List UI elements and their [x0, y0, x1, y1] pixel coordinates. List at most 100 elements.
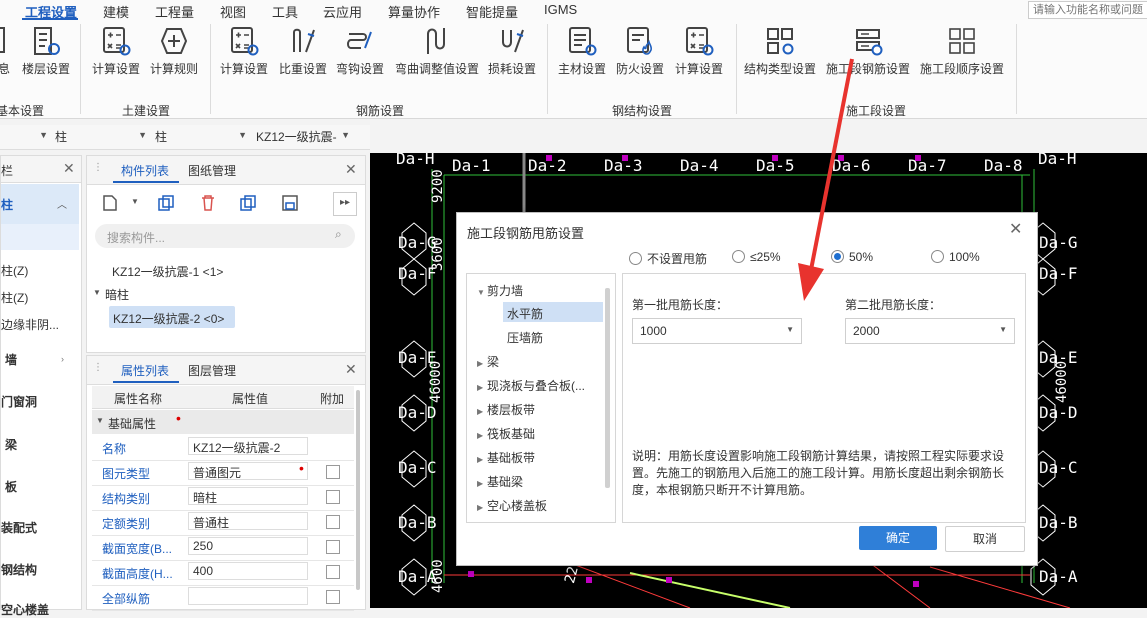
- tree-item-wall-pressing-rebar[interactable]: 压墙筋: [507, 329, 543, 346]
- additional-checkbox[interactable]: [326, 490, 340, 504]
- property-value[interactable]: 暗柱: [188, 487, 308, 505]
- chevron-down-icon[interactable]: ▼: [131, 197, 139, 206]
- nav-item-beam[interactable]: 梁: [5, 436, 17, 453]
- type-selector[interactable]: 柱 ▼: [155, 128, 247, 146]
- first-lap-length-select[interactable]: 1000 ▼: [632, 318, 802, 344]
- additional-checkbox[interactable]: [326, 515, 340, 529]
- main-material-settings-button[interactable]: 主材设置: [556, 24, 608, 77]
- segment-rebar-dialog: 施工段钢筋甩筋设置 ✕ 不设置甩筋 ≤25% 50% 100% ▼ 剪力墙 水平筋…: [456, 212, 1038, 566]
- nav-item-edge-column[interactable]: 边缘非阴...: [1, 316, 59, 333]
- radio-100[interactable]: 100%: [931, 250, 980, 264]
- navigation-panel: 栏 ✕ 柱 ︿ 柱(Z) 柱(Z) 边缘非阴... 墙 门窗洞 梁 板 装配式 …: [0, 155, 82, 617]
- tree-item-horizontal-rebar[interactable]: 水平筋: [503, 302, 603, 322]
- function-search-input[interactable]: [1028, 1, 1147, 19]
- expand-more-button[interactable]: ▸▸: [333, 192, 357, 216]
- calc-rules-button[interactable]: 计算规则: [147, 24, 201, 77]
- second-lap-length-select[interactable]: 2000 ▼: [845, 318, 1015, 344]
- menu-smart-extract[interactable]: 智能提量: [466, 2, 518, 21]
- menu-modeling[interactable]: 建模: [103, 2, 129, 21]
- radio-25[interactable]: ≤25%: [732, 250, 781, 264]
- nav-item-column-z-2[interactable]: 柱(Z): [1, 289, 28, 306]
- menu-collaboration[interactable]: 算量协作: [388, 2, 440, 21]
- dimension-label: 9200: [430, 169, 446, 203]
- scrollbar[interactable]: [605, 288, 610, 488]
- floor-settings-icon: [34, 27, 60, 55]
- nav-item-wall[interactable]: 墙: [5, 351, 17, 368]
- loss-settings-button[interactable]: 损耗设置: [486, 24, 538, 77]
- close-icon[interactable]: ✕: [345, 361, 357, 378]
- property-value[interactable]: KZ12一级抗震-2: [188, 437, 308, 455]
- tab-property-list[interactable]: 属性列表: [121, 362, 169, 379]
- menu-view[interactable]: 视图: [220, 2, 246, 21]
- collapse-icon[interactable]: ▼: [93, 288, 101, 297]
- additional-checkbox[interactable]: [326, 540, 340, 554]
- property-value[interactable]: 400: [188, 562, 308, 580]
- category-selector[interactable]: 柱 ▼: [55, 128, 147, 146]
- copy-icon[interactable]: [157, 194, 175, 215]
- bend-adjust-settings-button[interactable]: 弯曲调整值设置: [392, 24, 482, 77]
- component-selector[interactable]: KZ12一级抗震- ▼: [256, 128, 350, 146]
- property-value[interactable]: [188, 587, 308, 605]
- additional-checkbox[interactable]: [326, 465, 340, 479]
- tab-drawing-management[interactable]: 图纸管理: [188, 162, 236, 179]
- component-list-panel: ⋮ 构件列表 图纸管理 ✕ ▼ ▸▸ 搜索构件... ⌕ KZ12一级抗震-1 …: [86, 155, 366, 353]
- tree-item-foundation-beam[interactable]: ▶ 基础梁: [477, 473, 523, 490]
- tab-component-list[interactable]: 构件列表: [121, 162, 169, 179]
- civil-calc-settings-button[interactable]: 计算设置: [90, 24, 142, 77]
- close-icon[interactable]: ✕: [63, 160, 75, 177]
- delete-icon[interactable]: [199, 194, 217, 215]
- tree-item-floor-strip[interactable]: ▶ 楼层板带: [477, 401, 535, 418]
- nav-item-prefab[interactable]: 装配式: [1, 519, 37, 536]
- menu-cloud[interactable]: 云应用: [323, 2, 362, 21]
- rebar-calc-settings-button[interactable]: 计算设置: [217, 24, 271, 77]
- chevron-down-icon: ▼: [341, 130, 350, 140]
- floor-selector[interactable]: ▼: [0, 128, 48, 146]
- axis-label: Da-B: [1039, 513, 1078, 532]
- active-tab-indicator: [113, 181, 179, 183]
- hook-settings-button[interactable]: 弯钩设置: [334, 24, 386, 77]
- chevron-down-icon: ▼: [999, 325, 1007, 334]
- duplicate-icon[interactable]: [239, 194, 257, 215]
- menu-igms[interactable]: IGMS: [544, 2, 577, 17]
- save-template-icon[interactable]: [281, 194, 299, 215]
- list-item-selected[interactable]: KZ12一级抗震-2 <0>: [109, 306, 235, 328]
- tree-item-shear-wall[interactable]: ▼ 剪力墙: [477, 282, 523, 299]
- tab-layer-management[interactable]: 图层管理: [188, 362, 236, 379]
- tree-item-hollow-slab[interactable]: ▶ 空心楼盖板: [477, 497, 547, 514]
- nav-item-column-z[interactable]: 柱(Z): [1, 262, 28, 279]
- tree-item-foundation-strip[interactable]: ▶ 基础板带: [477, 449, 535, 466]
- steel-calc-settings-button[interactable]: 计算设置: [672, 24, 726, 77]
- tree-item-beam[interactable]: ▶ 梁: [477, 353, 499, 370]
- floor-settings-button[interactable]: 楼层设置: [20, 24, 72, 77]
- property-group-basic[interactable]: ▼ 基础属性 •: [92, 410, 354, 434]
- property-value[interactable]: 普通柱: [188, 512, 308, 530]
- active-tab-indicator: [113, 381, 179, 383]
- close-icon[interactable]: ✕: [1009, 219, 1022, 239]
- tree-item-cast-slab[interactable]: ▶ 现浇板与叠合板(...: [477, 377, 585, 394]
- nav-item-door-window[interactable]: 门窗洞: [1, 393, 37, 410]
- property-value[interactable]: 250: [188, 537, 308, 555]
- property-value[interactable]: 普通图元: [188, 462, 308, 480]
- list-item[interactable]: KZ12一级抗震-1 <1>: [112, 263, 223, 280]
- radio-no-lap[interactable]: 不设置甩筋: [629, 250, 707, 267]
- nav-item-hollow-floor[interactable]: 空心楼盖: [1, 601, 49, 618]
- component-search-input[interactable]: 搜索构件... ⌕: [95, 224, 355, 248]
- additional-checkbox[interactable]: [326, 565, 340, 579]
- menu-tools[interactable]: 工具: [272, 2, 298, 21]
- project-info-button[interactable]: 息: [0, 24, 14, 77]
- nav-item-column[interactable]: 柱: [1, 196, 13, 213]
- additional-checkbox[interactable]: [326, 590, 340, 604]
- close-icon[interactable]: ✕: [345, 161, 357, 178]
- tree-item-raft-foundation[interactable]: ▶ 筏板基础: [477, 425, 535, 442]
- weight-settings-button[interactable]: 比重设置: [277, 24, 329, 77]
- fireproof-settings-button[interactable]: 防火设置: [614, 24, 666, 77]
- segment-order-settings-button[interactable]: 施工段顺序设置: [918, 24, 1006, 77]
- menu-quantity[interactable]: 工程量: [155, 2, 194, 21]
- cancel-button[interactable]: 取消: [945, 526, 1025, 552]
- ok-button[interactable]: 确定: [859, 526, 937, 550]
- nav-item-steel[interactable]: 钢结构: [1, 561, 37, 578]
- new-component-icon[interactable]: [101, 194, 119, 215]
- list-group[interactable]: 暗柱: [105, 286, 129, 303]
- nav-item-slab[interactable]: 板: [5, 478, 17, 495]
- scrollbar[interactable]: [356, 390, 360, 590]
